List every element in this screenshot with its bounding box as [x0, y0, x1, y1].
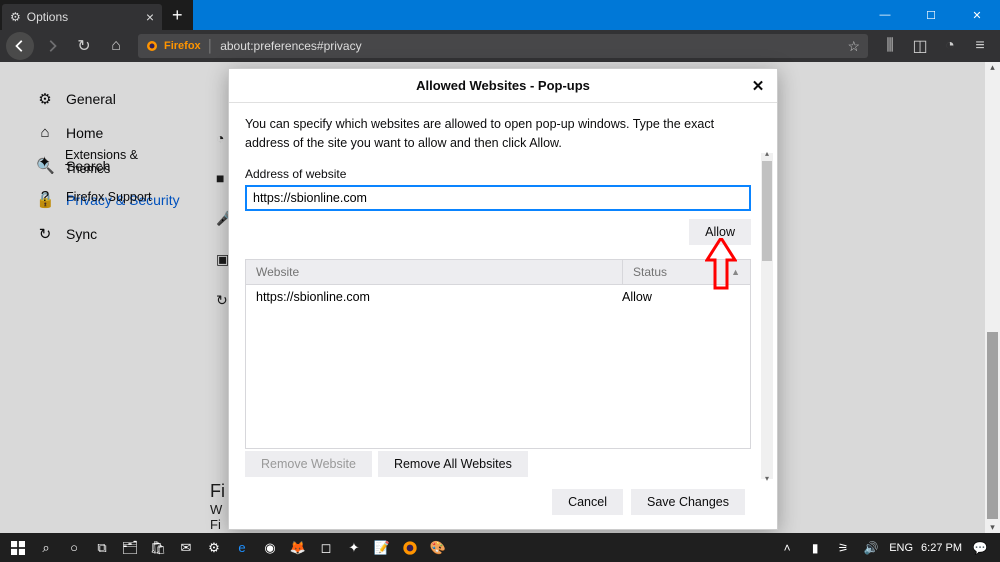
- menu-button[interactable]: ≡: [966, 32, 994, 60]
- windows-taskbar: ⌕ ○ ⧉ 🗂 🛍 ✉ ⚙ e ◉ 🦊 ◻ ✦ 📝 🎨 ˄ ▮ ⚞ 🔊 ENG …: [0, 533, 1000, 562]
- allow-button[interactable]: Allow: [689, 219, 751, 245]
- clock[interactable]: 6:27 PM: [921, 542, 962, 554]
- cell-website: https://sbionline.com: [256, 290, 622, 304]
- volume-icon[interactable]: 🔊: [861, 533, 881, 562]
- websites-table: Website Status ▲ https://sbionline.com A…: [245, 259, 751, 449]
- maximize-button[interactable]: ☐: [908, 0, 954, 30]
- url-text: about:preferences#privacy: [220, 39, 361, 53]
- tab-title: Options: [27, 10, 68, 24]
- language-indicator[interactable]: ENG: [889, 542, 913, 554]
- address-input[interactable]: [245, 185, 751, 211]
- remove-all-button[interactable]: Remove All Websites: [378, 451, 528, 477]
- firefox-taskbar-icon[interactable]: [396, 533, 424, 562]
- remove-website-button[interactable]: Remove Website: [245, 451, 372, 477]
- table-row[interactable]: https://sbionline.com Allow: [246, 285, 750, 309]
- mail-icon[interactable]: ✉: [172, 533, 200, 562]
- address-bar[interactable]: Firefox │ about:preferences#privacy ☆: [138, 34, 868, 58]
- app-icon[interactable]: ✦: [340, 533, 368, 562]
- titlebar: ⚙ Options × + — ☐ ✕: [0, 0, 1000, 30]
- scroll-down-icon[interactable]: ▾: [761, 474, 773, 483]
- bookmark-star-icon[interactable]: ☆: [847, 38, 860, 55]
- tray-chevron-icon[interactable]: ˄: [777, 533, 797, 562]
- firefox-icon: [146, 40, 158, 52]
- url-context-badge: Firefox: [164, 40, 201, 52]
- app-icon[interactable]: 🦊: [284, 533, 312, 562]
- paint-icon[interactable]: 🎨: [424, 533, 452, 562]
- url-divider: │: [207, 39, 215, 53]
- edge-icon[interactable]: e: [228, 533, 256, 562]
- app-icon[interactable]: ◻: [312, 533, 340, 562]
- taskbar-search-icon[interactable]: ⌕: [32, 533, 60, 562]
- chrome-icon[interactable]: ◉: [256, 533, 284, 562]
- cortana-icon[interactable]: ○: [60, 533, 88, 562]
- forward-button[interactable]: [38, 32, 66, 60]
- tab-strip: ⚙ Options × +: [0, 0, 193, 30]
- gear-icon: ⚙: [10, 10, 21, 24]
- dialog-title: Allowed Websites - Pop-ups: [416, 78, 590, 93]
- back-button[interactable]: [6, 32, 34, 60]
- scroll-thumb[interactable]: [987, 332, 998, 519]
- settings-icon[interactable]: ⚙: [200, 533, 228, 562]
- scroll-thumb[interactable]: [762, 161, 772, 261]
- scroll-down-icon[interactable]: ▾: [985, 522, 1000, 533]
- library-icon[interactable]: ⫼: [876, 32, 904, 60]
- window-controls: — ☐ ✕: [862, 0, 1000, 30]
- scroll-up-icon[interactable]: ▴: [761, 149, 773, 158]
- system-tray: ˄ ▮ ⚞ 🔊 ENG 6:27 PM 💬: [777, 533, 996, 562]
- cancel-button[interactable]: Cancel: [552, 489, 623, 515]
- new-tab-button[interactable]: +: [162, 5, 193, 26]
- wifi-icon[interactable]: ⚞: [833, 533, 853, 562]
- browser-tab[interactable]: ⚙ Options ×: [2, 4, 162, 30]
- sort-arrow-icon: ▲: [731, 267, 740, 277]
- minimize-button[interactable]: —: [862, 0, 908, 30]
- scroll-up-icon[interactable]: ▴: [985, 62, 1000, 73]
- dialog-description: You can specify which websites are allow…: [245, 115, 761, 153]
- dialog-scrollbar[interactable]: ▴ ▾: [761, 153, 773, 479]
- battery-icon[interactable]: ▮: [805, 533, 825, 562]
- dialog-close-button[interactable]: ✕: [747, 75, 769, 97]
- reload-button[interactable]: ↻: [70, 32, 98, 60]
- task-view-icon[interactable]: ⧉: [88, 533, 116, 562]
- cell-status: Allow: [622, 290, 740, 304]
- address-label: Address of website: [245, 167, 761, 181]
- sidebar-toggle-icon[interactable]: ◫: [906, 32, 934, 60]
- store-icon[interactable]: 🛍: [144, 533, 172, 562]
- file-explorer-icon[interactable]: 🗂: [116, 533, 144, 562]
- start-button[interactable]: [4, 533, 32, 562]
- tab-close-icon[interactable]: ×: [146, 9, 154, 25]
- app-icon[interactable]: 📝: [368, 533, 396, 562]
- close-window-button[interactable]: ✕: [954, 0, 1000, 30]
- notifications-icon[interactable]: 💬: [970, 533, 990, 562]
- column-status[interactable]: Status ▲: [622, 260, 750, 284]
- column-status-label: Status: [633, 265, 667, 279]
- page-scrollbar[interactable]: ▴ ▾: [985, 62, 1000, 533]
- dialog-header: Allowed Websites - Pop-ups ✕: [229, 69, 777, 103]
- account-icon[interactable]: ◔: [936, 32, 964, 60]
- save-changes-button[interactable]: Save Changes: [631, 489, 745, 515]
- navigation-bar: ↻ ⌂ Firefox │ about:preferences#privacy …: [0, 30, 1000, 62]
- home-button[interactable]: ⌂: [102, 32, 130, 60]
- popup-exceptions-dialog: Allowed Websites - Pop-ups ✕ You can spe…: [228, 68, 778, 530]
- column-website[interactable]: Website: [246, 260, 622, 284]
